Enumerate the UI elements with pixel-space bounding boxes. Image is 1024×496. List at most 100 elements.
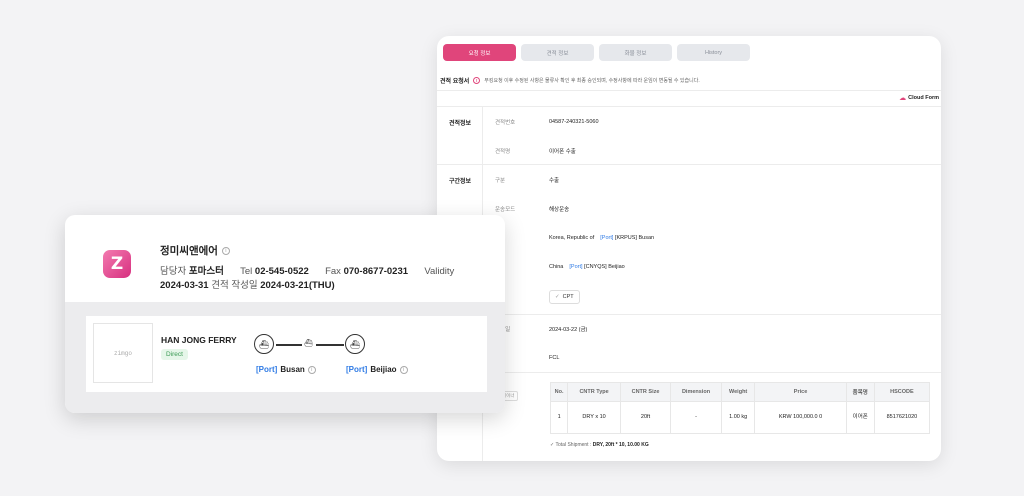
request-title: 견적 요청서	[440, 79, 470, 85]
port-tag: [Port]	[600, 235, 614, 241]
port-tag: [Port]	[569, 264, 583, 270]
check-icon: ✓	[555, 294, 560, 300]
fax-label: Fax	[325, 266, 341, 277]
field-value: 해상운송	[549, 207, 570, 213]
column-header: Weight	[720, 382, 756, 402]
origin-port-label: [Port] Busan i	[256, 365, 316, 374]
route-line	[276, 344, 302, 346]
quote-request-panel: 요청 정보 견적 정보 화물 정보 History 견적 요청서 ! 부킹요청 …	[437, 36, 941, 461]
column-header: CNTR Type	[567, 382, 621, 402]
created-label: 견적 작성일	[211, 280, 258, 291]
table-cell: 1	[549, 401, 569, 434]
validity-value: 2024-03-31	[160, 280, 209, 291]
manager-name: 포마스터	[188, 266, 224, 277]
tel-label: Tel	[240, 266, 253, 277]
cloud-icon: ☁	[899, 95, 907, 102]
column-header: 품목명	[845, 382, 875, 402]
port-tag: [Port]	[346, 365, 368, 374]
field-label: 견적명	[495, 149, 511, 155]
tab-request-info[interactable]: 요청 정보	[443, 44, 516, 61]
total-value: DRY, 20ft * 10, 10.00 KG	[592, 442, 649, 448]
info-icon[interactable]: i	[221, 246, 230, 255]
cloud-form-label: Cloud Form	[908, 95, 939, 101]
column-header: No.	[549, 382, 569, 402]
section-route-info: 구간정보	[449, 179, 472, 185]
field-transport-mode: 운송모드 해상운송	[495, 205, 569, 213]
port-name: Busan	[280, 365, 305, 374]
logo-glyph-icon: Z	[110, 254, 124, 274]
destination-country: China	[549, 264, 564, 270]
route-line	[316, 344, 344, 346]
info-icon[interactable]: i	[307, 365, 316, 374]
destination-port-icon: ⛴	[345, 334, 365, 354]
table-header-row: No. CNTR Type CNTR Size Dimension Weight…	[549, 382, 931, 402]
table-row: 1 DRY x 10 20ft - 1.00 kg KRW 100,000.0 …	[549, 401, 931, 434]
destination-port: [Port] [CNYQS] Beijiao	[569, 264, 624, 270]
field-incoterms: ✓ CPT	[495, 290, 580, 304]
table-cell: 20ft	[619, 401, 672, 434]
incoterms-value: CPT	[562, 294, 574, 300]
cargo-table: No. CNTR Type CNTR Size Dimension Weight…	[549, 382, 931, 434]
field-label: 구분	[495, 178, 506, 184]
company-name: 정미씨앤에어	[160, 245, 218, 257]
carrier-logo: zimgo	[93, 323, 153, 383]
route-card[interactable]: zimgo HAN JONG FERRY Direct ⛴ ⛴ ⛴ [Port]…	[86, 316, 487, 392]
table-cell: DRY x 10	[567, 401, 621, 434]
created-value: 2024-03-21(THU)	[260, 280, 335, 291]
column-header: HSCODE	[873, 382, 931, 402]
field-destination: 지 China [Port] [CNYQS] Beijiao	[495, 263, 625, 271]
field-value: 이어폰 수출	[549, 149, 576, 155]
field-value: 04587-240321-5060	[549, 119, 599, 125]
fax-value: 070-8677-0231	[343, 266, 409, 277]
field-quote-number: 견적번호 04587-240321-5060	[495, 118, 599, 126]
origin-port-icon: ⛴	[254, 334, 274, 354]
tab-history[interactable]: History	[677, 44, 750, 61]
column-header: CNTR Size	[619, 382, 672, 402]
carrier-name: HAN JONG FERRY	[161, 335, 237, 345]
column-header: Dimension	[670, 382, 722, 402]
field-value: 수출	[549, 178, 560, 184]
company-name-row: 정미씨앤에어 i	[160, 243, 230, 258]
tab-quote-info[interactable]: 견적 정보	[521, 44, 594, 61]
request-header: 견적 요청서 ! 부킹요청 이후 수정된 사항은 물류사 확인 후 최종 승인되…	[440, 76, 700, 85]
tab-bar: 요청 정보 견적 정보 화물 정보 History	[443, 44, 750, 61]
column-header: Price	[754, 382, 847, 402]
port-name: Beijiao	[370, 365, 397, 374]
field-quote-name: 견적명 이어폰 수출	[495, 147, 576, 155]
destination-port-label: [Port] Beijiao i	[346, 365, 408, 374]
field-value: Korea, Republic of [Port] [KRPUS] Busan	[549, 235, 654, 241]
field-scheduled-date: 예정일 2024-03-22 (금)	[495, 325, 587, 333]
forwarder-quote-card[interactable]: Z 정미씨앤에어 i 담당자 포마스터 Tel 02-545-0522 Fax …	[65, 215, 505, 413]
cloud-form-link[interactable]: ☁ Cloud Form	[899, 94, 939, 102]
divider	[482, 314, 941, 315]
divider	[437, 106, 941, 107]
route-area: zimgo HAN JONG FERRY Direct ⛴ ⛴ ⛴ [Port]…	[65, 302, 505, 413]
company-logo: Z	[103, 250, 131, 278]
divider	[437, 90, 941, 91]
incoterms-chip[interactable]: ✓ CPT	[549, 290, 580, 304]
ship-icon: ⛴	[304, 340, 313, 347]
company-date-line: 2024-03-31 견적 작성일 2024-03-21(THU)	[160, 277, 335, 291]
port-name: [KRPUS] Busan	[614, 235, 655, 241]
info-icon[interactable]: i	[399, 365, 408, 374]
field-label: 운송모드	[495, 207, 516, 213]
direct-badge: Direct	[161, 349, 188, 360]
divider	[437, 164, 941, 165]
field-category: 구분 수출	[495, 176, 559, 184]
origin-country: Korea, Republic of	[549, 235, 595, 241]
field-value: 2024-03-22 (금)	[549, 327, 588, 333]
port-name: [CNYQS] Beijiao	[584, 264, 625, 270]
tel-value: 02-545-0522	[254, 266, 309, 277]
tab-cargo-info[interactable]: 화물 정보	[599, 44, 672, 61]
request-notice: 부킹요청 이후 수정된 사항은 물류사 확인 후 최종 승인되며, 수정사항에 …	[484, 78, 700, 84]
table-cell: 1.00 kg	[720, 401, 756, 434]
port-tag: [Port]	[256, 365, 278, 374]
total-shipment: ✓ Total Shipment : DRY, 20ft * 10, 10.00…	[550, 442, 649, 448]
section-quote-info: 견적정보	[449, 121, 472, 127]
origin-port: [Port] [KRPUS] Busan	[600, 235, 654, 241]
field-label: 견적번호	[495, 120, 516, 126]
total-label: Total Shipment :	[555, 442, 592, 448]
validity-label: Validity	[424, 266, 455, 277]
alert-icon: !	[473, 77, 481, 84]
company-contact-line: 담당자 포마스터 Tel 02-545-0522 Fax 070-8677-02…	[160, 263, 454, 277]
